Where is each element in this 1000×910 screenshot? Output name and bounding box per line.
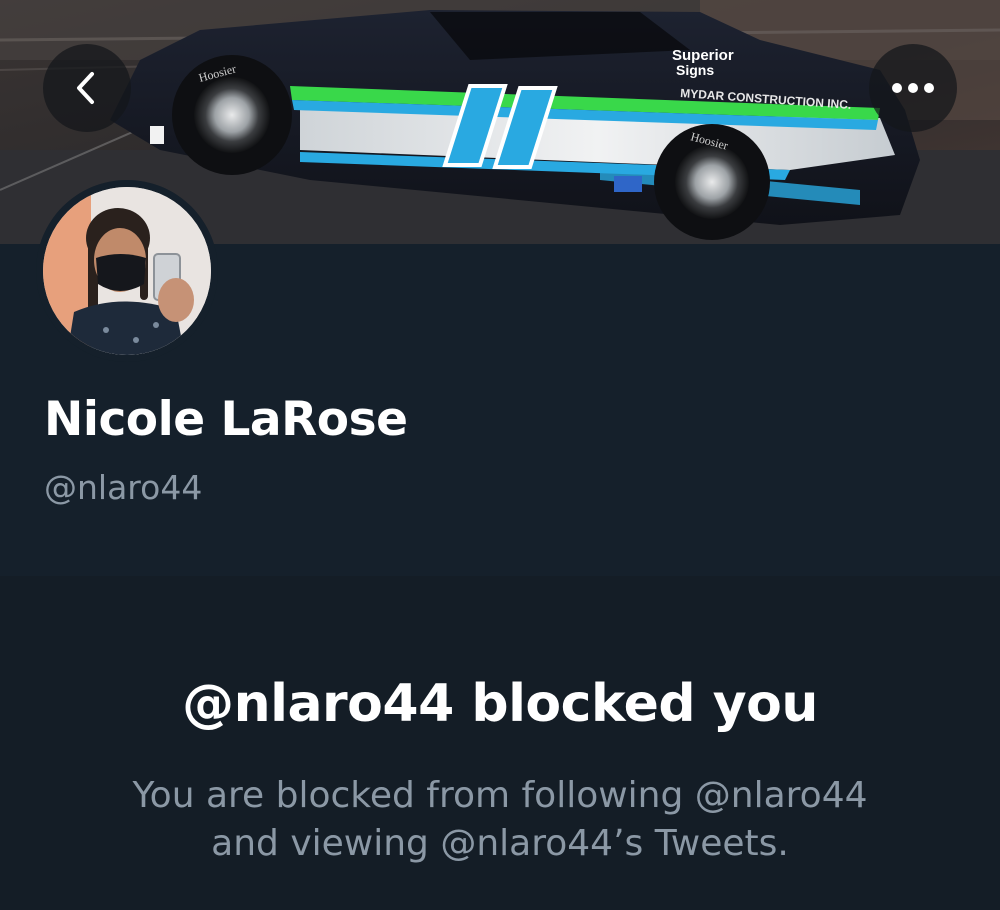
profile-page: Superior Signs MYDAR CONSTRUCTION INC. H… [0, 0, 1000, 910]
blocked-message: You are blocked from following @nlaro44 … [0, 772, 1000, 868]
blocked-notice: @nlaro44 blocked you You are blocked fro… [0, 576, 1000, 910]
display-name: Nicole LaRose [44, 392, 408, 447]
chevron-left-icon [77, 72, 94, 104]
back-button[interactable] [43, 44, 131, 132]
username-handle: @nlaro44 [44, 468, 203, 507]
avatar[interactable] [36, 180, 218, 362]
blocked-title: @nlaro44 blocked you [182, 674, 818, 734]
profile-photo-image [36, 180, 218, 362]
blocked-message-line-2: and viewing @nlaro44’s Tweets. [211, 823, 789, 864]
blocked-message-line-1: You are blocked from following @nlaro44 [132, 775, 868, 816]
banner-sponsor-line-2: Signs [676, 62, 714, 78]
more-horizontal-icon [892, 83, 934, 93]
more-options-button[interactable] [869, 44, 957, 132]
